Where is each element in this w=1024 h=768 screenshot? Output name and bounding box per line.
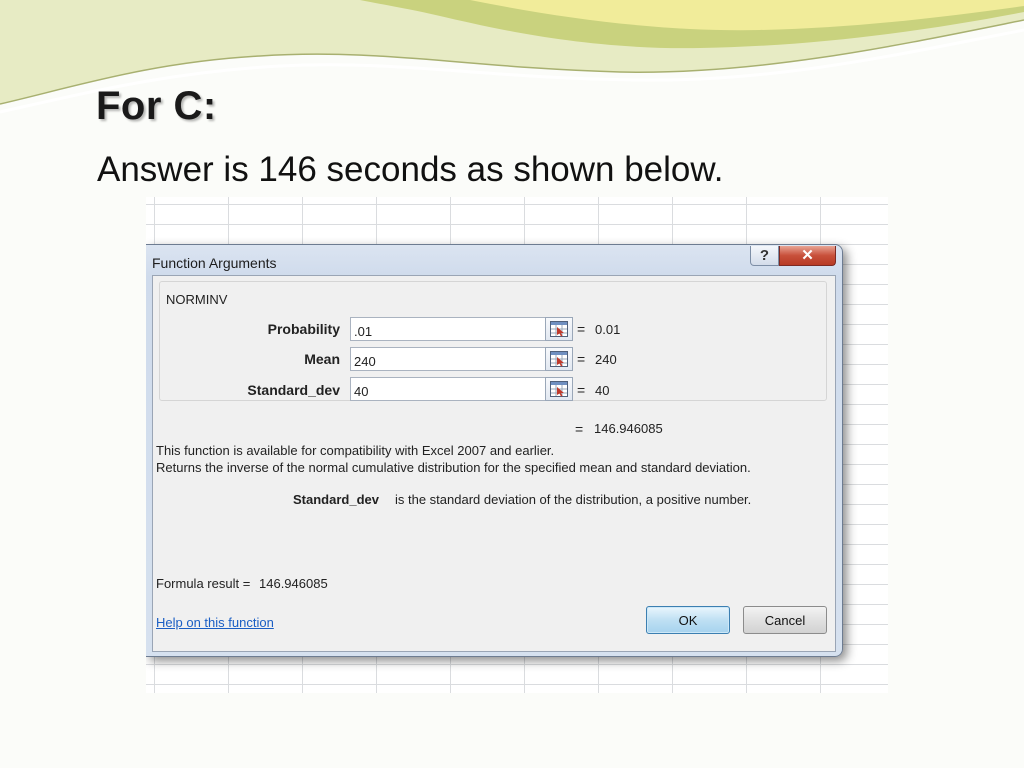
mean-equals: =: [577, 351, 586, 367]
excel-screenshot: Function Arguments ? ✕ NORMINV Probabili…: [146, 197, 888, 693]
slide-title: For C:: [96, 84, 217, 128]
formula-result-label: Formula result =: [156, 576, 251, 591]
probability-label: Probability: [267, 321, 340, 337]
help-button[interactable]: ?: [750, 246, 779, 266]
compatibility-note: This function is available for compatibi…: [156, 443, 555, 458]
standard-dev-ref-button[interactable]: [545, 377, 573, 401]
mean-result: 240: [595, 352, 617, 367]
function-arguments-group: NORMINV Probability = 0.01 Mean: [159, 281, 827, 401]
standard-dev-result: 40: [595, 383, 610, 398]
help-on-function-link[interactable]: Help on this function: [156, 615, 274, 630]
help-icon: ?: [759, 247, 770, 264]
mean-input[interactable]: [350, 347, 545, 371]
ok-button[interactable]: OK: [646, 606, 730, 634]
probability-ref-button[interactable]: [545, 317, 573, 341]
parameter-name: Standard_dev: [293, 492, 379, 507]
function-name: NORMINV: [166, 292, 228, 307]
collapse-dialog-icon: [550, 321, 568, 337]
collapse-dialog-icon: [550, 381, 568, 397]
dialog-body: NORMINV Probability = 0.01 Mean: [152, 275, 836, 652]
cancel-button[interactable]: Cancel: [743, 606, 827, 634]
collapse-dialog-icon: [550, 351, 568, 367]
standard-dev-equals: =: [577, 382, 586, 398]
formula-result-value: 146.946085: [259, 576, 328, 591]
slide-subtitle: Answer is 146 seconds as shown below.: [97, 150, 724, 189]
close-button[interactable]: ✕: [779, 246, 836, 266]
standard-dev-label: Standard_dev: [247, 382, 340, 398]
total-result: 146.946085: [594, 421, 663, 436]
probability-equals: =: [577, 321, 586, 337]
mean-ref-button[interactable]: [545, 347, 573, 371]
function-description: Returns the inverse of the normal cumula…: [156, 460, 751, 475]
standard-dev-input[interactable]: [350, 377, 545, 401]
dialog-title: Function Arguments: [152, 255, 277, 271]
total-equals: =: [575, 421, 584, 437]
parameter-description: is the standard deviation of the distrib…: [395, 492, 752, 507]
mean-label: Mean: [304, 351, 340, 367]
probability-input[interactable]: [350, 317, 545, 341]
close-icon: ✕: [801, 247, 814, 264]
function-arguments-dialog: Function Arguments ? ✕ NORMINV Probabili…: [146, 244, 843, 657]
probability-result: 0.01: [595, 322, 621, 337]
